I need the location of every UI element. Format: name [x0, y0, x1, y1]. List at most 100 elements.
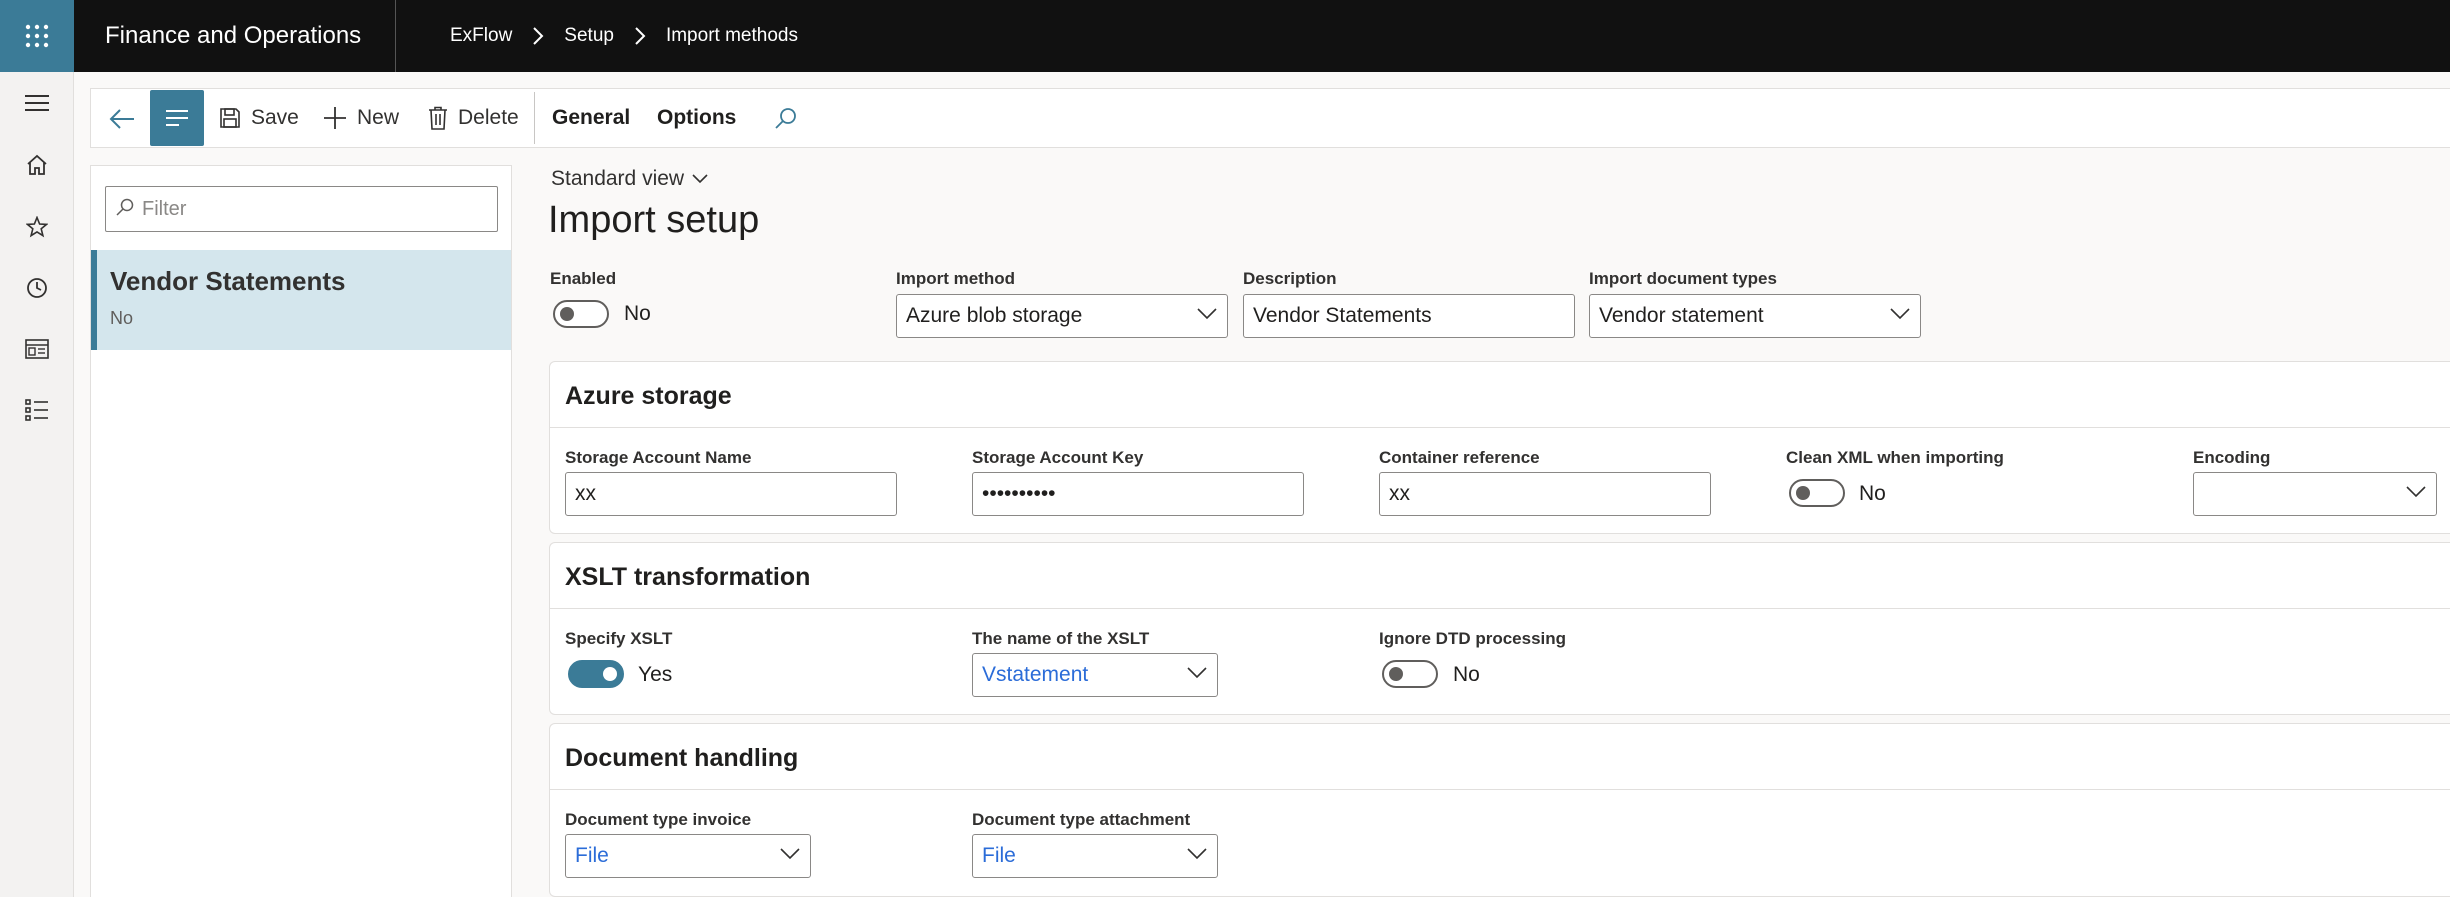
import-document-types-value: Vendor statement	[1599, 304, 1764, 327]
nav-rail	[0, 72, 74, 897]
clock-icon[interactable]	[22, 273, 52, 303]
app-title[interactable]: Finance and Operations	[105, 0, 361, 72]
search-icon	[116, 198, 134, 221]
document-handling-section: Document handling Document type invoice …	[549, 723, 2450, 897]
doc-type-invoice-value[interactable]: File	[575, 844, 609, 868]
lines-icon[interactable]	[150, 90, 204, 146]
import-method-select[interactable]: Azure blob storage	[896, 294, 1228, 338]
filter-input[interactable]	[142, 197, 482, 221]
storage-account-key-value: ••••••••••	[982, 482, 1056, 505]
top-bar: Finance and Operations ExFlow Setup Impo…	[0, 0, 2450, 72]
xslt-name-label: The name of the XSLT	[972, 629, 1150, 648]
clean-xml-value: No	[1859, 482, 1886, 505]
import-method-value: Azure blob storage	[906, 304, 1083, 327]
doc-type-attachment-value[interactable]: File	[982, 844, 1016, 868]
azure-storage-section: Azure storage Storage Account Name xx St…	[549, 361, 2450, 534]
breadcrumb-import-methods[interactable]: Import methods	[666, 25, 798, 47]
clean-xml-label: Clean XML when importing	[1786, 448, 2004, 467]
specify-xslt-label: Specify XSLT	[565, 629, 673, 648]
chevron-down-icon	[780, 847, 800, 861]
import-document-types-select[interactable]: Vendor statement	[1589, 294, 1921, 338]
ignore-dtd-value: No	[1453, 663, 1480, 686]
delete-button[interactable]: Delete	[428, 89, 519, 147]
list-item-subtitle: No	[110, 308, 134, 328]
enabled-toggle[interactable]	[553, 300, 609, 328]
list-item[interactable]: Vendor Statements No	[91, 250, 511, 350]
star-icon[interactable]	[22, 212, 52, 242]
chevron-down-icon	[1187, 847, 1207, 861]
encoding-label: Encoding	[2193, 448, 2271, 467]
section-divider	[550, 608, 2450, 609]
new-label: New	[357, 106, 400, 129]
delete-label: Delete	[458, 106, 519, 129]
save-label: Save	[251, 106, 299, 129]
ignore-dtd-label: Ignore DTD processing	[1379, 629, 1567, 648]
doc-type-invoice-select[interactable]: File	[565, 834, 811, 878]
clean-xml-toggle[interactable]	[1789, 479, 1845, 507]
document-handling-title[interactable]: Document handling	[565, 744, 798, 773]
top-divider	[395, 0, 396, 72]
trash-icon	[428, 106, 448, 130]
description-value: Vendor Statements	[1253, 304, 1432, 327]
xslt-name-select[interactable]: Vstatement	[972, 653, 1218, 697]
breadcrumb: ExFlow Setup Import methods	[450, 0, 798, 72]
storage-account-name-label: Storage Account Name	[565, 448, 752, 467]
xslt-title[interactable]: XSLT transformation	[565, 563, 810, 592]
home-icon[interactable]	[22, 150, 52, 180]
container-reference-input[interactable]: xx	[1379, 472, 1711, 516]
doc-type-invoice-label: Document type invoice	[565, 810, 752, 829]
description-label: Description	[1243, 269, 1337, 288]
chevron-down-icon	[1197, 307, 1217, 321]
plus-icon	[323, 106, 347, 130]
chevron-down-icon	[692, 174, 708, 184]
enabled-value: No	[624, 302, 651, 325]
storage-account-name-input[interactable]: xx	[565, 472, 897, 516]
specify-xslt-toggle[interactable]	[568, 660, 624, 688]
waffle-icon[interactable]	[0, 0, 74, 72]
doc-type-attachment-label: Document type attachment	[972, 810, 1191, 829]
specify-xslt-value: Yes	[638, 663, 673, 686]
page-title: Import setup	[548, 199, 760, 241]
chevron-down-icon	[1187, 666, 1207, 680]
enabled-label: Enabled	[550, 269, 617, 288]
ignore-dtd-toggle[interactable]	[1382, 660, 1438, 688]
save-button[interactable]: Save	[219, 89, 299, 147]
storage-account-key-input[interactable]: ••••••••••	[972, 472, 1304, 516]
chevron-right-icon	[634, 26, 646, 46]
storage-account-name-value: xx	[575, 482, 596, 505]
xslt-name-value[interactable]: Vstatement	[982, 663, 1088, 687]
description-input[interactable]: Vendor Statements	[1243, 294, 1575, 338]
tab-general[interactable]: General	[552, 89, 630, 147]
storage-account-key-label: Storage Account Key	[972, 448, 1144, 467]
import-document-types-label: Import document types	[1589, 269, 1777, 288]
chevron-down-icon	[1890, 307, 1910, 321]
breadcrumb-setup[interactable]: Setup	[564, 25, 614, 47]
doc-type-attachment-select[interactable]: File	[972, 834, 1218, 878]
workspace-icon[interactable]	[22, 334, 52, 364]
toolbar-divider	[534, 92, 535, 144]
chevron-right-icon	[532, 26, 544, 46]
list-icon[interactable]	[22, 395, 52, 425]
encoding-select[interactable]	[2193, 472, 2437, 516]
container-reference-value: xx	[1389, 482, 1410, 505]
new-button[interactable]: New	[323, 89, 399, 147]
azure-storage-title[interactable]: Azure storage	[565, 382, 732, 411]
xslt-section: XSLT transformation Specify XSLT Yes The…	[549, 542, 2450, 715]
import-method-label: Import method	[896, 269, 1015, 288]
search-icon[interactable]	[774, 89, 798, 147]
view-label: Standard view	[551, 167, 685, 190]
breadcrumb-exflow[interactable]: ExFlow	[450, 25, 512, 47]
list-panel: Vendor Statements No	[90, 165, 512, 897]
tab-options[interactable]: Options	[657, 89, 736, 147]
chevron-down-icon	[2406, 485, 2426, 499]
filter-field[interactable]	[105, 186, 498, 232]
back-arrow-icon[interactable]	[105, 102, 139, 136]
action-pane: Save New Delete General Options	[90, 88, 2450, 148]
hamburger-icon[interactable]	[22, 88, 52, 118]
save-icon	[219, 107, 241, 129]
list-item-title: Vendor Statements	[110, 266, 346, 296]
container-reference-label: Container reference	[1379, 448, 1540, 467]
view-selector[interactable]: Standard view	[551, 167, 708, 191]
section-divider	[550, 789, 2450, 790]
section-divider	[550, 427, 2450, 428]
